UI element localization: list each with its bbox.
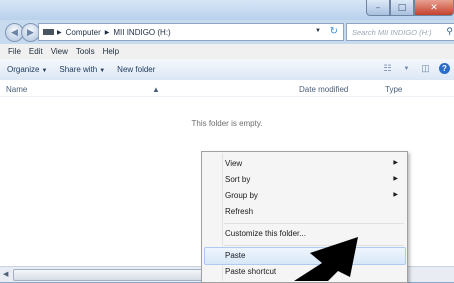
menu-file[interactable]: File <box>8 47 21 56</box>
menu-item-label: Group by <box>225 191 258 200</box>
menu-item-label: Refresh <box>225 207 254 216</box>
address-bar[interactable]: ▶ Computer ▶ MII INDIGO (H:) ▼ ↻ <box>38 23 344 41</box>
column-type[interactable]: Type <box>385 85 402 94</box>
submenu-arrow-icon: ▶ <box>393 192 398 198</box>
search-icon[interactable]: ⚲ <box>446 26 453 37</box>
breadcrumb-separator: ▶ <box>104 29 110 36</box>
explorer-window: – □ ✕ ◀ ▶ ▶ Computer ▶ MII INDIGO (H:) ▼… <box>0 0 454 283</box>
menu-item-group-by[interactable]: Group by ▶ <box>225 188 400 203</box>
menu-item-refresh[interactable]: Refresh <box>225 204 400 219</box>
share-with-button[interactable]: Share with ▼ <box>59 65 105 74</box>
close-button[interactable]: ✕ <box>414 0 454 16</box>
preview-pane-icon[interactable]: ◫ <box>420 63 431 74</box>
refresh-icon[interactable]: ↻ <box>330 26 338 37</box>
menu-help[interactable]: Help <box>103 47 119 56</box>
empty-folder-message: This folder is empty. <box>191 119 263 128</box>
menu-view[interactable]: View <box>51 47 68 56</box>
menu-tools[interactable]: Tools <box>76 47 95 56</box>
navigation-bar: ◀ ▶ ▶ Computer ▶ MII INDIGO (H:) ▼ ↻ Sea… <box>0 20 454 44</box>
title-bar[interactable]: – □ ✕ <box>0 0 454 20</box>
command-bar: Organize ▼ Share with ▼ New folder ☷ ▼ ◫ ? <box>0 59 454 81</box>
toolbar-right-icons: ☷ ▼ ◫ ? <box>382 63 450 74</box>
chevron-down-icon: ▼ <box>41 68 48 74</box>
submenu-arrow-icon: ▶ <box>393 176 398 182</box>
search-box[interactable]: Search MII INDIGO (H:) ⚲ <box>346 23 454 41</box>
search-input[interactable]: Search MII INDIGO (H:) <box>352 28 432 37</box>
share-with-label: Share with <box>59 65 98 74</box>
breadcrumb-separator: ▶ <box>57 29 62 36</box>
organize-button[interactable]: Organize ▼ <box>7 65 47 74</box>
menu-bar: File Edit View Tools Help <box>0 44 454 60</box>
menu-edit[interactable]: Edit <box>29 47 43 56</box>
view-options-icon[interactable]: ☷ <box>382 63 393 74</box>
scroll-left-icon[interactable]: ◀ <box>3 270 8 278</box>
breadcrumb-drive[interactable]: MII INDIGO (H:) <box>113 28 170 37</box>
column-name[interactable]: Name <box>6 85 27 94</box>
chevron-down-icon[interactable]: ▼ <box>401 63 412 74</box>
address-dropdown-icon[interactable]: ▼ <box>315 28 321 34</box>
chevron-down-icon: ▼ <box>99 68 106 74</box>
menu-item-sort-by[interactable]: Sort by ▶ <box>225 172 400 187</box>
maximize-button[interactable]: □ <box>390 0 414 16</box>
menu-divider <box>224 223 404 224</box>
minimize-button[interactable]: – <box>366 0 390 16</box>
menu-item-label: Paste shortcut <box>225 267 277 276</box>
breadcrumb-computer[interactable]: Computer <box>66 28 101 37</box>
menu-item-view[interactable]: View ▶ <box>225 156 400 171</box>
column-date-modified[interactable]: Date modified <box>299 85 348 94</box>
drive-icon <box>43 29 54 35</box>
mouse-pointer-icon <box>294 237 358 281</box>
menu-item-label: Sort by <box>225 175 251 184</box>
submenu-arrow-icon: ▶ <box>393 160 398 166</box>
organize-label: Organize <box>7 65 40 74</box>
window-controls: – □ ✕ <box>366 0 454 16</box>
menu-item-label: View <box>225 159 243 168</box>
help-icon[interactable]: ? <box>439 63 450 74</box>
sort-arrow-icon: ▲ <box>152 85 160 94</box>
menu-item-label: Paste <box>225 251 246 260</box>
new-folder-button[interactable]: New folder <box>117 65 155 74</box>
column-headers: Name ▲ Date modified Type <box>0 80 454 97</box>
